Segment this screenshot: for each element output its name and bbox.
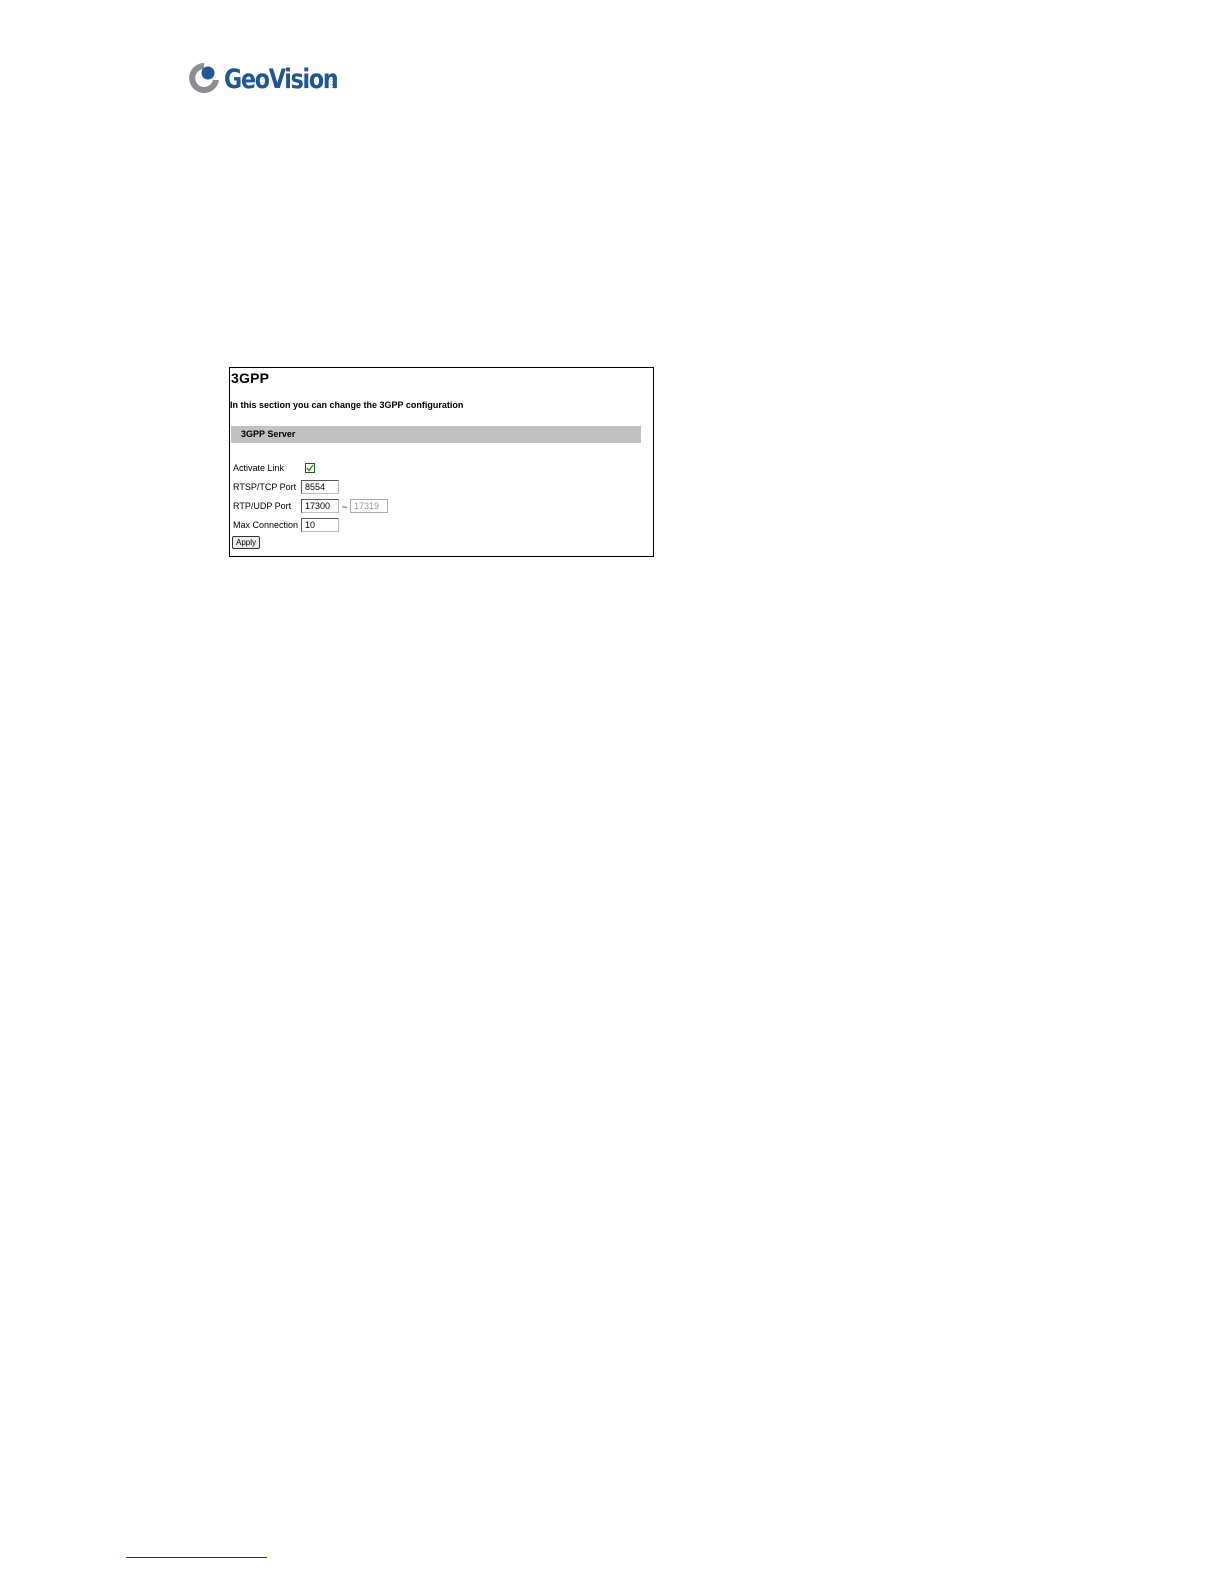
footer-link-underline — [126, 1557, 267, 1558]
brand-suffix: Inc. — [330, 76, 338, 89]
port-range-separator: ~ — [342, 502, 348, 512]
apply-button[interactable]: Apply — [232, 536, 260, 549]
activate-link-checkbox[interactable] — [305, 463, 315, 473]
rtsp-tcp-port-label: RTSP/TCP Port — [233, 482, 297, 492]
geovision-logo-mark-icon — [189, 63, 219, 93]
rtp-udp-port-end-input — [350, 499, 388, 513]
activate-link-label: Activate Link — [233, 463, 285, 473]
max-connection-label: Max Connection — [233, 520, 299, 530]
geovision-logo: GeoVision Inc. — [186, 58, 356, 100]
rtsp-tcp-port-input[interactable] — [301, 480, 339, 494]
section-header-bar: 3GPP Server — [231, 426, 641, 443]
settings-panel-3gpp: 3GPP In this section you can change the … — [229, 367, 654, 557]
rtp-udp-port-start-input[interactable] — [301, 499, 339, 513]
page-title: 3GPP — [231, 370, 270, 386]
brand-name: GeoVision — [224, 64, 339, 95]
section-header-label: 3GPP Server — [241, 429, 296, 439]
max-connection-input[interactable] — [301, 518, 339, 532]
checkmark-icon — [306, 464, 314, 472]
page-description: In this section you can change the 3GPP … — [230, 400, 464, 410]
rtp-udp-port-label: RTP/UDP Port — [233, 501, 292, 511]
